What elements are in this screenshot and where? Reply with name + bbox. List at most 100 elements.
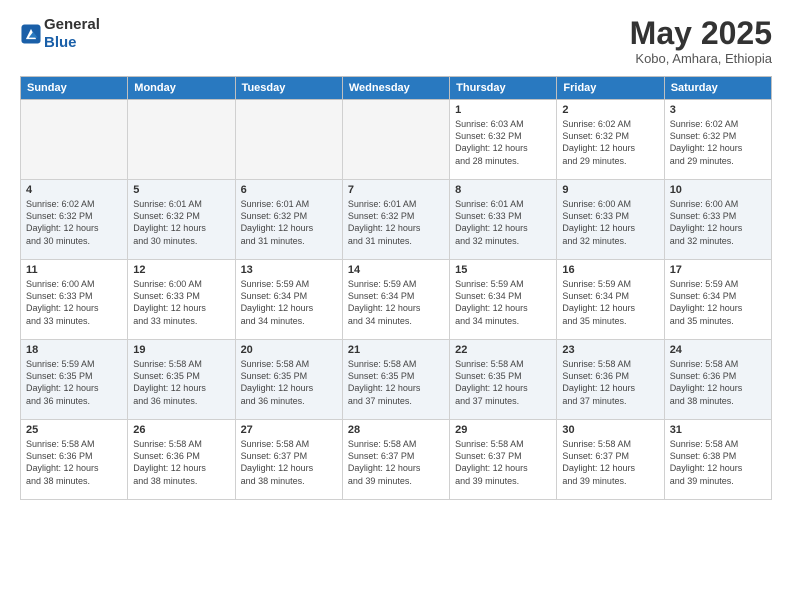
calendar-cell: 20 Sunrise: 5:58 AM Sunset: 6:35 PM Dayli… (235, 340, 342, 420)
day-number: 31 (670, 424, 766, 436)
day-number: 4 (26, 184, 122, 196)
calendar-cell: 29 Sunrise: 5:58 AM Sunset: 6:37 PM Dayli… (450, 420, 557, 500)
day-number: 22 (455, 344, 551, 356)
cell-text: Sunrise: 5:58 AM Sunset: 6:35 PM Dayligh… (241, 358, 337, 407)
day-number: 3 (670, 104, 766, 116)
calendar-cell: 28Sunrise: 5:58 AM Sunset: 6:37 PM Dayli… (342, 420, 449, 500)
logo-icon (20, 23, 42, 45)
calendar-cell: 9 Sunrise: 6:00 AM Sunset: 6:33 PM Daylig… (557, 180, 664, 260)
calendar-cell: 2 Sunrise: 6:02 AM Sunset: 6:32 PM Daylig… (557, 100, 664, 180)
day-number: 13 (241, 264, 337, 276)
calendar-header-sunday: Sunday (21, 77, 128, 100)
calendar-cell: 22 Sunrise: 5:58 AM Sunset: 6:35 PM Dayli… (450, 340, 557, 420)
cell-text: Sunrise: 5:59 AM Sunset: 6:34 PM Dayligh… (562, 278, 658, 327)
calendar-week-3: 11 Sunrise: 6:00 AM Sunset: 6:33 PM Dayli… (21, 260, 772, 340)
calendar-cell: 30Sunrise: 5:58 AM Sunset: 6:37 PM Dayli… (557, 420, 664, 500)
cell-text: Sunrise: 6:01 AM Sunset: 6:32 PM Dayligh… (348, 198, 444, 247)
cell-text: Sunrise: 5:59 AM Sunset: 6:35 PM Dayligh… (26, 358, 122, 407)
cell-text: Sunrise: 5:59 AM Sunset: 6:34 PM Dayligh… (455, 278, 551, 327)
cell-text: Sunrise: 5:58 AM Sunset: 6:37 PM Dayligh… (241, 438, 337, 487)
logo: General Blue (20, 16, 100, 52)
day-number: 24 (670, 344, 766, 356)
calendar-cell: 10 Sunrise: 6:00 AM Sunset: 6:33 PM Dayli… (664, 180, 771, 260)
cell-text: Sunrise: 5:59 AM Sunset: 6:34 PM Dayligh… (670, 278, 766, 327)
day-number: 21 (348, 344, 444, 356)
day-number: 26 (133, 424, 229, 436)
day-number: 14 (348, 264, 444, 276)
calendar-header-saturday: Saturday (664, 77, 771, 100)
calendar-cell: 12Sunrise: 6:00 AM Sunset: 6:33 PM Dayli… (128, 260, 235, 340)
calendar-cell: 15Sunrise: 5:59 AM Sunset: 6:34 PM Dayli… (450, 260, 557, 340)
cell-text: Sunrise: 5:58 AM Sunset: 6:36 PM Dayligh… (26, 438, 122, 487)
calendar-cell: 4Sunrise: 6:02 AM Sunset: 6:32 PM Daylig… (21, 180, 128, 260)
day-number: 25 (26, 424, 122, 436)
cell-text: Sunrise: 5:58 AM Sunset: 6:35 PM Dayligh… (348, 358, 444, 407)
cell-text: Sunrise: 6:01 AM Sunset: 6:33 PM Dayligh… (455, 198, 551, 247)
calendar-cell: 11Sunrise: 6:00 AM Sunset: 6:33 PM Dayli… (21, 260, 128, 340)
cell-text: Sunrise: 6:02 AM Sunset: 6:32 PM Dayligh… (562, 118, 658, 167)
day-number: 19 (133, 344, 229, 356)
calendar-cell: 24 Sunrise: 5:58 AM Sunset: 6:36 PM Dayli… (664, 340, 771, 420)
calendar-header-tuesday: Tuesday (235, 77, 342, 100)
day-number: 11 (26, 264, 122, 276)
day-number: 9 (562, 184, 658, 196)
logo-blue: Blue (44, 34, 77, 51)
calendar-week-1: 1Sunrise: 6:03 AM Sunset: 6:32 PM Daylig… (21, 100, 772, 180)
day-number: 20 (241, 344, 337, 356)
calendar-cell: 6 Sunrise: 6:01 AM Sunset: 6:32 PM Daylig… (235, 180, 342, 260)
day-number: 28 (348, 424, 444, 436)
cell-text: Sunrise: 6:01 AM Sunset: 6:32 PM Dayligh… (241, 198, 337, 247)
calendar-cell: 7 Sunrise: 6:01 AM Sunset: 6:32 PM Daylig… (342, 180, 449, 260)
calendar-table: SundayMondayTuesdayWednesdayThursdayFrid… (20, 76, 772, 500)
calendar-cell: 16 Sunrise: 5:59 AM Sunset: 6:34 PM Dayli… (557, 260, 664, 340)
day-number: 7 (348, 184, 444, 196)
calendar-week-5: 25 Sunrise: 5:58 AM Sunset: 6:36 PM Dayli… (21, 420, 772, 500)
cell-text: Sunrise: 5:58 AM Sunset: 6:38 PM Dayligh… (670, 438, 766, 487)
cell-text: Sunrise: 5:58 AM Sunset: 6:37 PM Dayligh… (455, 438, 551, 487)
cell-text: Sunrise: 6:00 AM Sunset: 6:33 PM Dayligh… (562, 198, 658, 247)
day-number: 18 (26, 344, 122, 356)
calendar-cell: 18 Sunrise: 5:59 AM Sunset: 6:35 PM Dayli… (21, 340, 128, 420)
day-number: 17 (670, 264, 766, 276)
calendar-cell: 1Sunrise: 6:03 AM Sunset: 6:32 PM Daylig… (450, 100, 557, 180)
calendar-header-monday: Monday (128, 77, 235, 100)
calendar-cell: 27 Sunrise: 5:58 AM Sunset: 6:37 PM Dayli… (235, 420, 342, 500)
day-number: 27 (241, 424, 337, 436)
cell-text: Sunrise: 6:02 AM Sunset: 6:32 PM Dayligh… (670, 118, 766, 167)
cell-text: Sunrise: 5:58 AM Sunset: 6:36 PM Dayligh… (133, 438, 229, 487)
location: Kobo, Amhara, Ethiopia (630, 51, 772, 66)
calendar-cell: 17 Sunrise: 5:59 AM Sunset: 6:34 PM Dayli… (664, 260, 771, 340)
calendar-header-friday: Friday (557, 77, 664, 100)
cell-text: Sunrise: 5:58 AM Sunset: 6:37 PM Dayligh… (562, 438, 658, 487)
cell-text: Sunrise: 5:58 AM Sunset: 6:36 PM Dayligh… (670, 358, 766, 407)
calendar-cell: 3 Sunrise: 6:02 AM Sunset: 6:32 PM Daylig… (664, 100, 771, 180)
page-header: General Blue May 2025 Kobo, Amhara, Ethi… (20, 16, 772, 66)
day-number: 6 (241, 184, 337, 196)
calendar-week-4: 18 Sunrise: 5:59 AM Sunset: 6:35 PM Dayli… (21, 340, 772, 420)
cell-text: Sunrise: 5:59 AM Sunset: 6:34 PM Dayligh… (348, 278, 444, 327)
calendar-cell: 5 Sunrise: 6:01 AM Sunset: 6:32 PM Daylig… (128, 180, 235, 260)
cell-text: Sunrise: 6:00 AM Sunset: 6:33 PM Dayligh… (133, 278, 229, 327)
day-number: 8 (455, 184, 551, 196)
calendar-cell: 26 Sunrise: 5:58 AM Sunset: 6:36 PM Dayli… (128, 420, 235, 500)
month-title: May 2025 (630, 16, 772, 51)
title-block: May 2025 Kobo, Amhara, Ethiopia (630, 16, 772, 66)
day-number: 29 (455, 424, 551, 436)
calendar-cell (128, 100, 235, 180)
day-number: 10 (670, 184, 766, 196)
calendar-cell: 14 Sunrise: 5:59 AM Sunset: 6:34 PM Dayli… (342, 260, 449, 340)
cell-text: Sunrise: 5:58 AM Sunset: 6:35 PM Dayligh… (455, 358, 551, 407)
calendar-cell: 13 Sunrise: 5:59 AM Sunset: 6:34 PM Dayli… (235, 260, 342, 340)
day-number: 16 (562, 264, 658, 276)
calendar-cell: 8 Sunrise: 6:01 AM Sunset: 6:33 PM Daylig… (450, 180, 557, 260)
calendar-cell (235, 100, 342, 180)
day-number: 5 (133, 184, 229, 196)
cell-text: Sunrise: 6:03 AM Sunset: 6:32 PM Dayligh… (455, 118, 551, 167)
calendar-cell: 23Sunrise: 5:58 AM Sunset: 6:36 PM Dayli… (557, 340, 664, 420)
cell-text: Sunrise: 5:59 AM Sunset: 6:34 PM Dayligh… (241, 278, 337, 327)
cell-text: Sunrise: 6:01 AM Sunset: 6:32 PM Dayligh… (133, 198, 229, 247)
calendar-cell (21, 100, 128, 180)
cell-text: Sunrise: 6:00 AM Sunset: 6:33 PM Dayligh… (670, 198, 766, 247)
day-number: 2 (562, 104, 658, 116)
calendar-cell (342, 100, 449, 180)
